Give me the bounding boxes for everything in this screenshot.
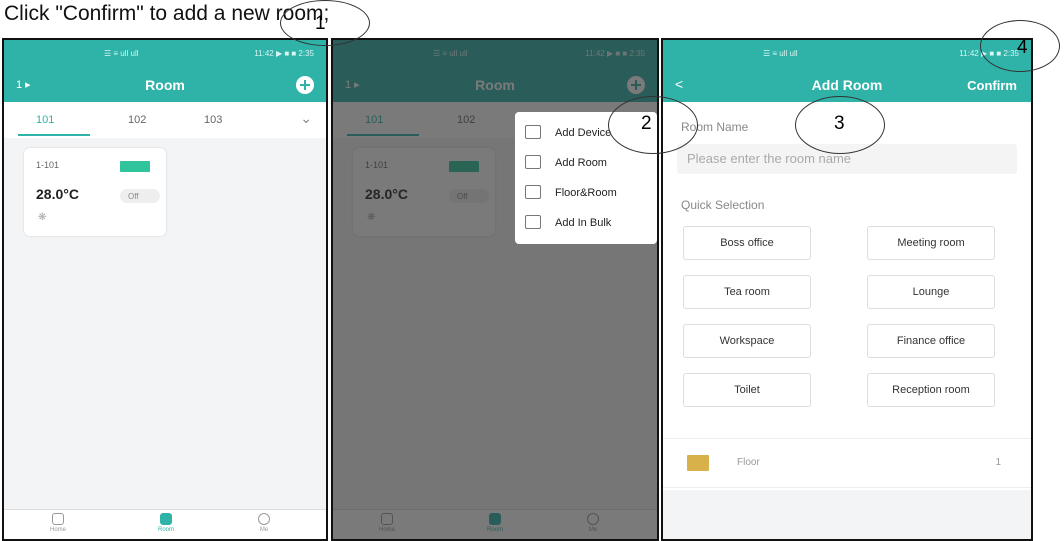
quick-option[interactable]: Toilet (683, 373, 811, 407)
phone-screen-add-menu: ☰ ≡ ull ull 11:42 ▶ ■ ■ 2:35 1 ▸ Room 10… (331, 38, 659, 541)
callout-number: 1 (315, 13, 326, 34)
device-icon (525, 125, 541, 139)
room-icon (525, 155, 541, 169)
building-icon (525, 185, 541, 199)
page-title: Room (145, 77, 185, 93)
room-tabs: 101 102 103 ⌄ (4, 102, 326, 138)
quick-option[interactable]: Tea room (683, 275, 811, 309)
home-icon (52, 513, 64, 525)
quick-option[interactable]: Boss office (683, 226, 811, 260)
menu-item-label: Add In Bulk (555, 217, 612, 229)
confirm-button[interactable]: Confirm (967, 78, 1017, 93)
callout-bubble: 2 (608, 96, 698, 154)
app-bar: 1 ▸ Room (4, 68, 326, 102)
floor-label: Floor (737, 457, 760, 468)
menu-item-label: Add Device (555, 127, 612, 139)
phone-screen-room-list: ☰ ≡ ull ull 11:42 ▶ ■ ■ 2:35 1 ▸ Room 10… (2, 38, 328, 541)
menu-item-label: Add Room (555, 157, 607, 169)
quick-selection-label: Quick Selection (681, 198, 765, 212)
chevron-down-icon[interactable]: ⌄ (300, 110, 312, 127)
tab-102[interactable]: 102 (128, 114, 146, 126)
callout-bubble: 4 (980, 20, 1060, 72)
status-bar: ☰ ≡ ull ull 11:42 ▶ ■ ■ 2:35 (4, 40, 326, 68)
power-toggle[interactable]: Off (120, 189, 160, 203)
quick-option[interactable]: Reception room (867, 373, 995, 407)
nav-home[interactable]: Home (38, 513, 78, 533)
ac-unit-icon (120, 161, 150, 172)
fan-icon: ❋ (38, 212, 47, 223)
signal-indicator: ☰ ≡ ull ull (763, 49, 798, 58)
signal-indicator: ☰ ≡ ull ull (104, 49, 139, 58)
bulk-add-icon (525, 215, 541, 229)
floor-value: 1 (995, 457, 1001, 468)
device-temperature: 28.0°C (36, 186, 79, 202)
tab-103[interactable]: 103 (204, 114, 222, 126)
nav-me[interactable]: Me (244, 513, 284, 533)
active-tab-indicator (18, 134, 90, 136)
nav-room[interactable]: Room (146, 513, 186, 533)
tab-101[interactable]: 101 (36, 114, 54, 126)
callout-number: 4 (1017, 37, 1028, 58)
add-room-form: Room Name Please enter the room name Qui… (663, 102, 1031, 539)
callout-bubble: 1 (280, 0, 370, 46)
device-card[interactable]: 1-101 28.0°C Off ❋ (24, 148, 166, 236)
add-plus-icon[interactable] (296, 76, 314, 94)
empty-area (663, 490, 1031, 539)
quick-option[interactable]: Lounge (867, 275, 995, 309)
quick-option[interactable]: Workspace (683, 324, 811, 358)
building-icon (687, 455, 709, 471)
quick-option[interactable]: Meeting room (867, 226, 995, 260)
quick-option[interactable]: Finance office (867, 324, 995, 358)
menu-item-add-room[interactable]: Add Room (525, 152, 655, 182)
menu-item-add-in-bulk[interactable]: Add In Bulk (525, 212, 655, 242)
callout-number: 2 (641, 113, 652, 134)
nav-home-label: Home (49, 527, 66, 533)
user-icon (258, 513, 270, 525)
nav-room-label: Room (157, 527, 174, 533)
menu-item-floor-room[interactable]: Floor&Room (525, 182, 655, 212)
bottom-nav: Home Room Me (4, 509, 326, 539)
nav-me-label: Me (259, 527, 269, 533)
callout-number: 3 (834, 113, 845, 134)
status-bar: ☰ ≡ ull ull 11:42 ▶ ■ ■ 2:35 (663, 40, 1031, 68)
callout-bubble: 3 (795, 96, 885, 154)
status-time: 11:42 ▶ ■ ■ 2:35 (254, 49, 314, 58)
room-icon (160, 513, 172, 525)
floor-row[interactable]: Floor 1 (663, 438, 1031, 488)
device-name: 1-101 (36, 160, 60, 170)
menu-item-label: Floor&Room (555, 187, 617, 199)
